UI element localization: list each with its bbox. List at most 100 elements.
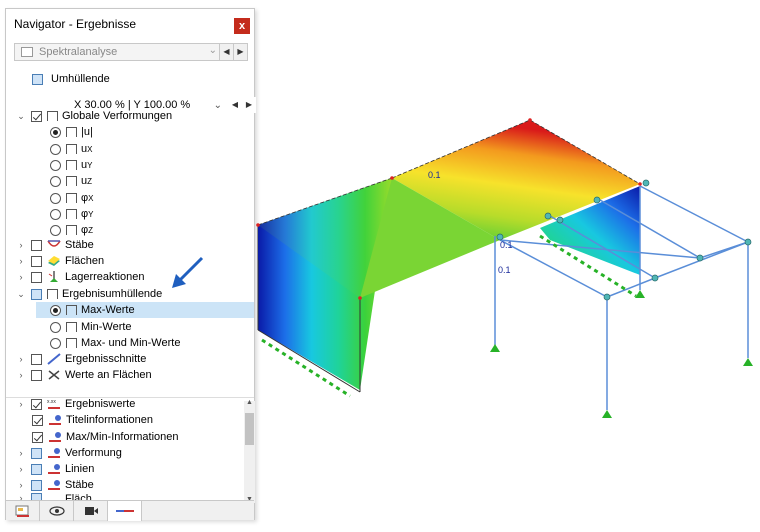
- radio-u-abs[interactable]: |u|: [50, 124, 93, 140]
- info-icon: [48, 431, 62, 443]
- tree-item-schnitte[interactable]: › Ergebnisschnitte: [16, 351, 147, 367]
- globale-checkbox[interactable]: [31, 110, 42, 122]
- arrow-annotation-icon: [172, 256, 204, 288]
- frame-icon: [47, 289, 58, 299]
- frame-icon: [66, 176, 77, 186]
- radio-button[interactable]: [50, 208, 61, 220]
- radio-button[interactable]: [50, 192, 61, 204]
- chevron-right-icon[interactable]: ›: [16, 399, 26, 409]
- tree-item-titel[interactable]: Titelinformationen: [32, 412, 153, 428]
- verformung-checkbox[interactable]: [31, 447, 42, 459]
- ergebnisumhuellende-checkbox[interactable]: [31, 288, 42, 300]
- chevron-right-icon[interactable]: ›: [16, 272, 26, 282]
- radio-button[interactable]: [50, 143, 61, 155]
- tree-item-lager[interactable]: › Lagerreaktionen: [16, 269, 145, 285]
- chevron-right-icon[interactable]: ›: [16, 480, 26, 490]
- frame-icon: [66, 209, 77, 219]
- flaechen-checkbox[interactable]: [31, 255, 42, 267]
- tree-item-verformung[interactable]: › Verformung: [16, 445, 122, 461]
- radio-button[interactable]: [50, 159, 61, 171]
- ergebniswerte-checkbox[interactable]: [31, 398, 42, 410]
- staebe-lower-checkbox[interactable]: [31, 479, 42, 491]
- chevron-right-icon[interactable]: ›: [16, 354, 26, 364]
- schnitte-checkbox[interactable]: [31, 353, 42, 365]
- support-markers: [490, 290, 753, 418]
- tab-display[interactable]: [40, 501, 74, 521]
- radio-button[interactable]: [50, 224, 61, 236]
- tab-data[interactable]: [6, 501, 40, 521]
- tree-label: Max- und Min-Werte: [81, 337, 181, 349]
- tree-label: Stäbe: [65, 239, 94, 251]
- frame-icon: [66, 127, 77, 137]
- tree-label: Flächen: [65, 255, 105, 267]
- tree-item-globale[interactable]: ⌄ Globale Verformungen: [16, 108, 172, 124]
- chevron-right-icon[interactable]: ›: [16, 448, 26, 458]
- combo-icon: [21, 47, 33, 57]
- lager-checkbox[interactable]: [31, 271, 42, 283]
- frame-icon: [66, 144, 77, 154]
- tree-item-staebe[interactable]: › Stäbe: [16, 237, 94, 253]
- umhuellende-checkbox[interactable]: [32, 73, 43, 85]
- tree-item-werte-flaechen[interactable]: › Werte an Flächen: [16, 367, 152, 383]
- werte-flaechen-checkbox[interactable]: [31, 369, 42, 381]
- prev-icon[interactable]: ◀: [219, 44, 233, 60]
- radio-uz[interactable]: uZ: [50, 173, 92, 189]
- value-label: 0.1: [498, 265, 511, 275]
- chevron-down-icon[interactable]: ⌄: [16, 111, 26, 122]
- chevron-right-icon[interactable]: ›: [16, 464, 26, 474]
- member-icon: [47, 239, 61, 251]
- radio-uy[interactable]: uY: [50, 157, 92, 173]
- tab-results[interactable]: [108, 501, 142, 521]
- tree-item-ergebnisumhuellende[interactable]: ⌄ Ergebnisumhüllende: [16, 286, 162, 302]
- tree-label-sub: Z: [87, 176, 93, 186]
- chevron-right-icon[interactable]: ›: [16, 370, 26, 380]
- radio-max-werte[interactable]: Max-Werte: [36, 302, 254, 318]
- prev-icon[interactable]: ◀: [228, 97, 242, 113]
- tree-label: Lagerreaktionen: [65, 271, 145, 283]
- info-icon: [47, 463, 61, 475]
- tree-label-sub: Y: [87, 160, 93, 170]
- radio-button[interactable]: [50, 321, 61, 333]
- linien-checkbox[interactable]: [31, 463, 42, 475]
- tree-label: Max-Werte: [81, 304, 135, 316]
- surface-icon: [47, 255, 61, 267]
- tree-item-linien[interactable]: › Linien: [16, 461, 95, 477]
- tab-views[interactable]: [74, 501, 108, 521]
- radio-ux[interactable]: uX: [50, 141, 92, 157]
- radio-phix[interactable]: φX: [50, 190, 93, 206]
- radio-phiz[interactable]: φZ: [50, 222, 93, 238]
- close-button[interactable]: x: [234, 18, 250, 34]
- umhuellende-row[interactable]: Umhüllende: [32, 71, 110, 87]
- info-icon: [48, 414, 62, 426]
- maxmin-info-checkbox[interactable]: [32, 431, 43, 443]
- tree-item-staebe-lower[interactable]: › Stäbe: [16, 477, 94, 493]
- radio-phiy[interactable]: φY: [50, 206, 93, 222]
- radio-button[interactable]: [50, 337, 61, 349]
- chevron-down-icon[interactable]: ⌄: [16, 289, 26, 300]
- frame-icon: [47, 111, 58, 121]
- chevron-down-icon[interactable]: ⌄: [209, 45, 217, 56]
- frame-icon: [66, 305, 77, 315]
- svg-text:x.xx: x.xx: [47, 399, 56, 405]
- chevron-right-icon[interactable]: ›: [16, 240, 26, 250]
- tree-label-sub: Z: [88, 225, 94, 235]
- staebe-checkbox[interactable]: [31, 239, 42, 251]
- titel-checkbox[interactable]: [32, 414, 43, 426]
- model-view[interactable]: 0.1 0.1 0.1: [250, 0, 760, 532]
- support-icon: [47, 271, 61, 283]
- radio-button[interactable]: [50, 304, 61, 316]
- radio-maxmin-werte[interactable]: Max- und Min-Werte: [50, 335, 180, 351]
- frame-icon: [66, 160, 77, 170]
- radio-button[interactable]: [50, 126, 61, 138]
- window-title: Navigator - Ergebnisse: [14, 17, 137, 31]
- radio-min-werte[interactable]: Min-Werte: [50, 319, 132, 335]
- result-type-combo[interactable]: Spektralanalyse ⌄ ◀ ▶: [14, 43, 248, 61]
- umhuellende-label: Umhüllende: [51, 73, 110, 85]
- chevron-down-icon[interactable]: ⌄: [214, 100, 222, 111]
- tree-item-maxmin-info[interactable]: Max/Min-Informationen: [32, 429, 179, 445]
- radio-button[interactable]: [50, 175, 61, 187]
- next-icon[interactable]: ▶: [233, 44, 247, 60]
- chevron-right-icon[interactable]: ›: [16, 256, 26, 266]
- tree-item-flaechen[interactable]: › Flächen: [16, 253, 105, 269]
- tree-item-ergebniswerte[interactable]: › x.xx Ergebniswerte: [16, 396, 136, 412]
